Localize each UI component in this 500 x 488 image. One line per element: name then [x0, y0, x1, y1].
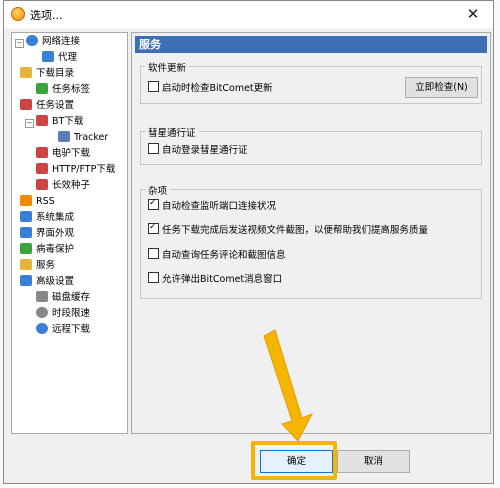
annotation-arrow-icon [263, 329, 314, 442]
